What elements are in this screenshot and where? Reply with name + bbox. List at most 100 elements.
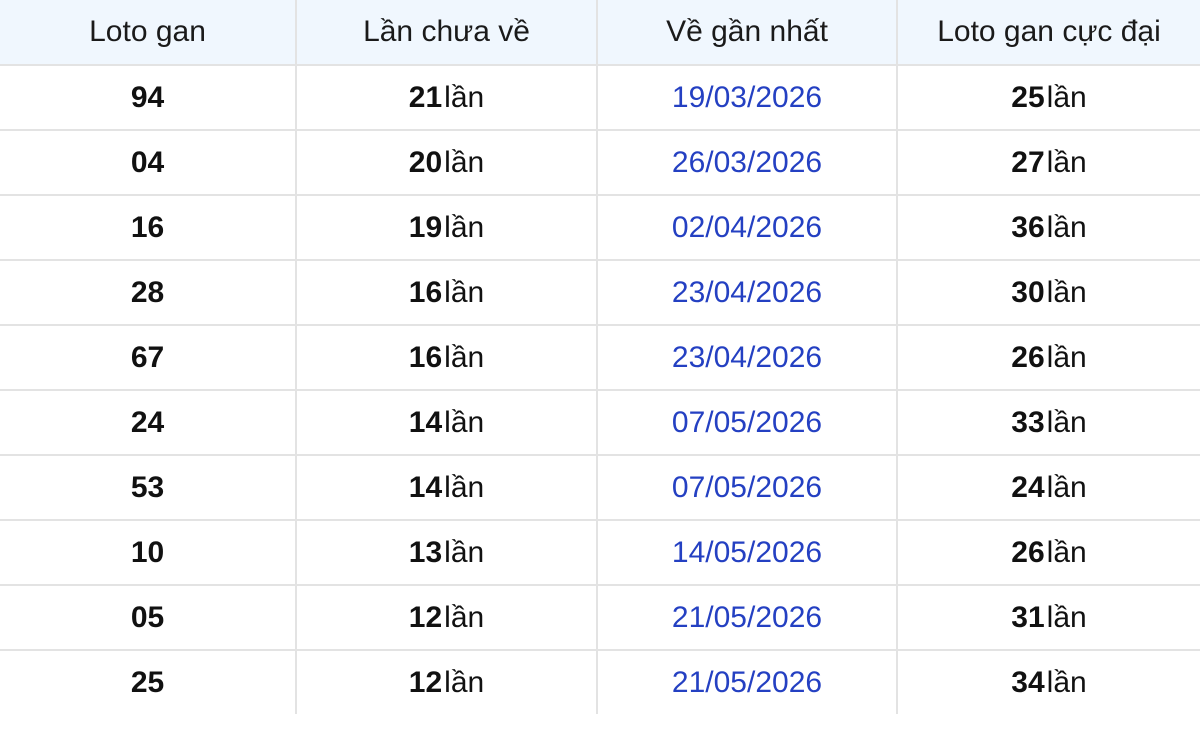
table-row: 94 21lần 19/03/2026 25lần [0, 64, 1200, 131]
max-gan-unit: lần [1046, 470, 1087, 504]
missing-count-unit: lần [444, 600, 485, 634]
table-row: 16 19lần 02/04/2026 36lần [0, 194, 1200, 261]
missing-count-unit: lần [444, 665, 485, 699]
last-date-cell: 14/05/2026 [596, 519, 898, 586]
max-gan-value: 33 [1011, 405, 1045, 439]
max-gan-cell: 36lần [896, 194, 1200, 261]
last-date-value: 19/03/2026 [671, 80, 823, 114]
table-row: 67 16lần 23/04/2026 26lần [0, 324, 1200, 391]
max-gan-value: 30 [1011, 275, 1045, 309]
last-date-cell: 07/05/2026 [596, 389, 898, 456]
loto-number-cell: 53 [0, 454, 297, 521]
loto-number: 04 [130, 145, 165, 179]
loto-number: 53 [130, 470, 165, 504]
max-gan-unit: lần [1046, 600, 1087, 634]
last-date-value: 21/05/2026 [671, 665, 823, 699]
table-header: Loto gan Lần chưa về Về gần nhất Loto ga… [0, 0, 1200, 66]
missing-count-cell: 21lần [295, 64, 598, 131]
missing-count-unit: lần [444, 340, 485, 374]
max-gan-unit: lần [1046, 145, 1087, 179]
missing-count-value: 20 [408, 145, 443, 179]
missing-count-cell: 16lần [295, 324, 598, 391]
last-date-cell: 02/04/2026 [596, 194, 898, 261]
last-date-value: 23/04/2026 [671, 275, 823, 309]
last-date-cell: 21/05/2026 [596, 584, 898, 651]
loto-number-cell: 94 [0, 64, 297, 131]
missing-count-unit: lần [444, 470, 485, 504]
table-row: 04 20lần 26/03/2026 27lần [0, 129, 1200, 196]
missing-count-cell: 13lần [295, 519, 598, 586]
last-date-value: 26/03/2026 [671, 145, 823, 179]
last-date-cell: 19/03/2026 [596, 64, 898, 131]
table-row: 05 12lần 21/05/2026 31lần [0, 584, 1200, 651]
last-date-cell: 21/05/2026 [596, 649, 898, 714]
missing-count-value: 16 [408, 340, 443, 374]
missing-count-unit: lần [444, 405, 485, 439]
max-gan-unit: lần [1046, 80, 1087, 114]
missing-count-value: 16 [408, 275, 443, 309]
table-row: 53 14lần 07/05/2026 24lần [0, 454, 1200, 521]
loto-number: 25 [130, 665, 165, 699]
missing-count-cell: 12lần [295, 649, 598, 714]
loto-number: 94 [130, 80, 165, 114]
max-gan-unit: lần [1046, 340, 1087, 374]
max-gan-value: 34 [1011, 665, 1045, 699]
missing-count-unit: lần [444, 210, 485, 244]
max-gan-value: 27 [1011, 145, 1045, 179]
table-row: 28 16lần 23/04/2026 30lần [0, 259, 1200, 326]
loto-number-cell: 24 [0, 389, 297, 456]
missing-count-cell: 14lần [295, 454, 598, 521]
last-date-cell: 23/04/2026 [596, 324, 898, 391]
max-gan-cell: 26lần [896, 519, 1200, 586]
loto-number: 67 [130, 340, 165, 374]
loto-number-cell: 28 [0, 259, 297, 326]
last-date-value: 02/04/2026 [671, 210, 823, 244]
header-row: Loto gan Lần chưa về Về gần nhất Loto ga… [0, 0, 1200, 66]
missing-count-unit: lần [444, 145, 485, 179]
max-gan-value: 26 [1011, 535, 1045, 569]
max-gan-cell: 34lần [896, 649, 1200, 714]
max-gan-unit: lần [1046, 665, 1087, 699]
max-gan-cell: 30lần [896, 259, 1200, 326]
max-gan-value: 31 [1011, 600, 1045, 634]
missing-count-value: 21 [408, 80, 443, 114]
loto-number-cell: 67 [0, 324, 297, 391]
loto-number-cell: 04 [0, 129, 297, 196]
loto-number: 10 [130, 535, 165, 569]
missing-count-unit: lần [444, 275, 485, 309]
missing-count-value: 14 [408, 470, 443, 504]
missing-count-cell: 20lần [295, 129, 598, 196]
missing-count-cell: 16lần [295, 259, 598, 326]
max-gan-cell: 26lần [896, 324, 1200, 391]
missing-count-value: 14 [408, 405, 443, 439]
missing-count-value: 19 [408, 210, 443, 244]
missing-count-cell: 12lần [295, 584, 598, 651]
missing-count-value: 12 [408, 665, 443, 699]
max-gan-cell: 24lần [896, 454, 1200, 521]
loto-number: 16 [130, 210, 165, 244]
header-missing-count: Lần chưa về [295, 0, 598, 66]
max-gan-unit: lần [1046, 275, 1087, 309]
max-gan-value: 26 [1011, 340, 1045, 374]
loto-number-cell: 16 [0, 194, 297, 261]
missing-count-value: 13 [408, 535, 443, 569]
table-body: 94 21lần 19/03/2026 25lần 04 20lần 26/03… [0, 64, 1200, 714]
table-row: 10 13lần 14/05/2026 26lần [0, 519, 1200, 586]
last-date-cell: 26/03/2026 [596, 129, 898, 196]
last-date-cell: 23/04/2026 [596, 259, 898, 326]
missing-count-cell: 14lần [295, 389, 598, 456]
loto-number: 28 [130, 275, 165, 309]
last-date-value: 14/05/2026 [671, 535, 823, 569]
table-row: 25 12lần 21/05/2026 34lần [0, 649, 1200, 714]
max-gan-unit: lần [1046, 210, 1087, 244]
loto-gan-table: Loto gan Lần chưa về Về gần nhất Loto ga… [0, 0, 1200, 714]
last-date-value: 21/05/2026 [671, 600, 823, 634]
loto-number-cell: 05 [0, 584, 297, 651]
table-row: 24 14lần 07/05/2026 33lần [0, 389, 1200, 456]
missing-count-unit: lần [444, 80, 485, 114]
loto-number: 24 [130, 405, 165, 439]
max-gan-cell: 27lần [896, 129, 1200, 196]
max-gan-cell: 33lần [896, 389, 1200, 456]
last-date-cell: 07/05/2026 [596, 454, 898, 521]
max-gan-unit: lần [1046, 405, 1087, 439]
